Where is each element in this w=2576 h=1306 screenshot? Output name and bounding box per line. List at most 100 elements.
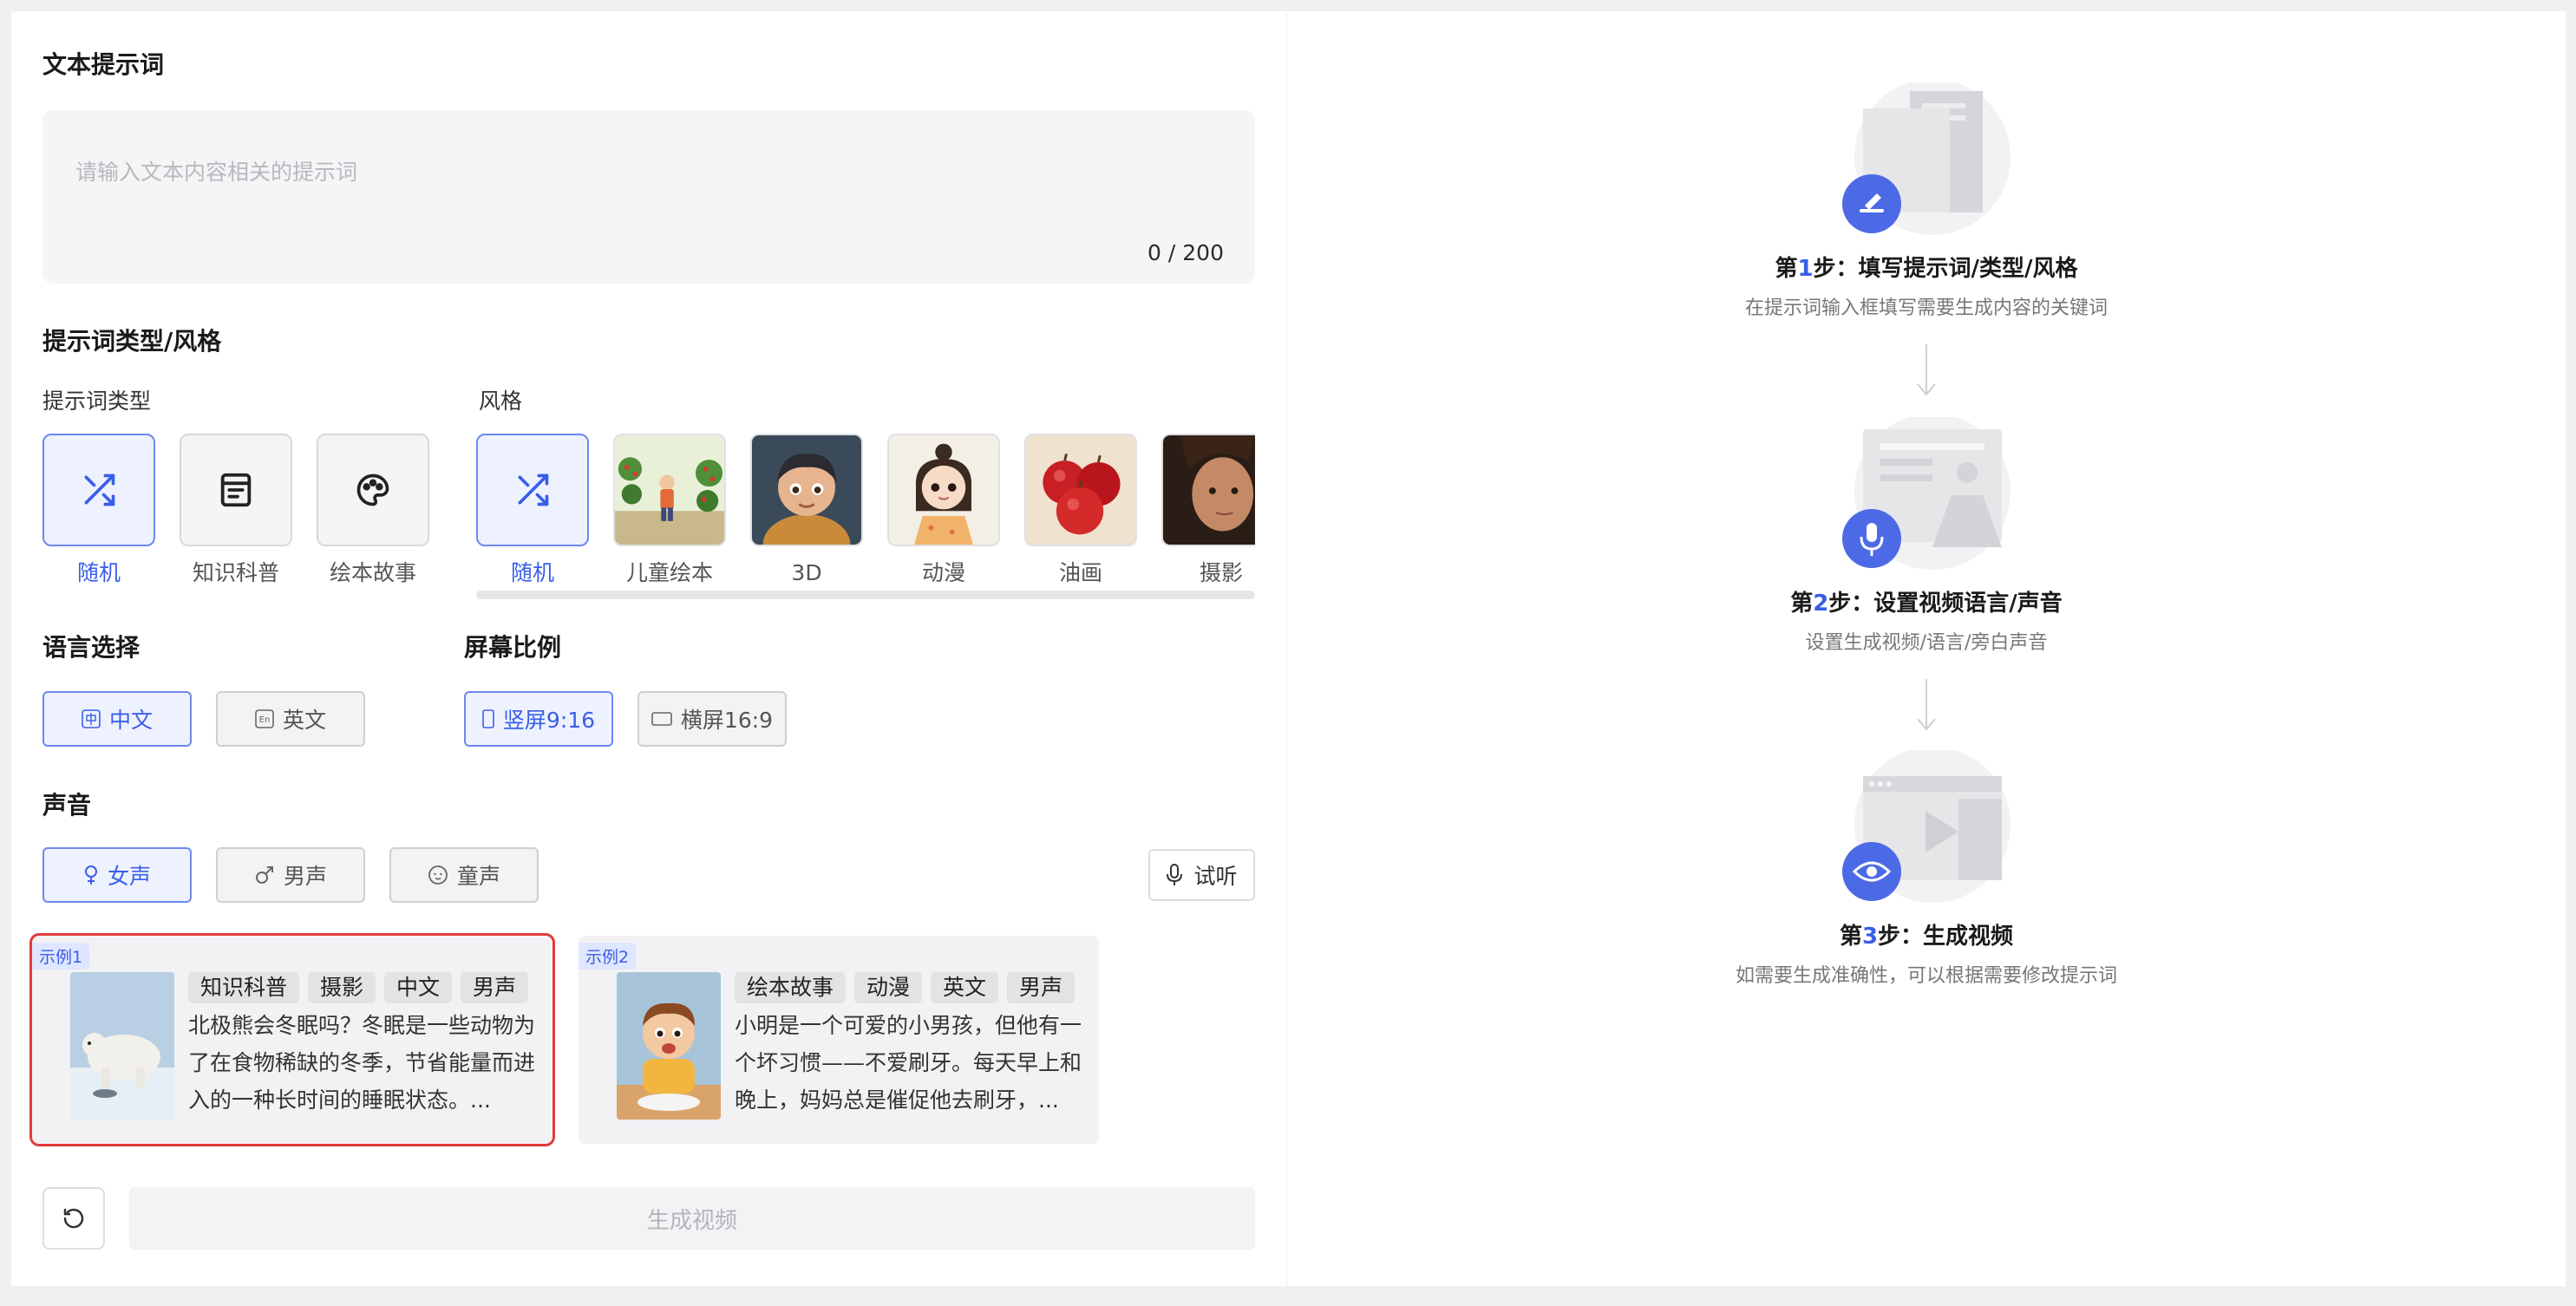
voice-female-button[interactable]: 女声 [42,847,192,903]
step-number: 2 [1813,591,1829,617]
style-tile-picture-book[interactable] [613,434,726,546]
example-card-1[interactable]: 示例1 知识科普 摄影 中文 男声 北极熊会冬眠吗？冬眠是一些动物为了在食物稀缺… [29,933,555,1146]
cartoon-boy-image [617,972,721,1120]
prompt-section-title: 文本提示词 [42,50,165,79]
photography-thumbnail [1163,435,1255,545]
style-tile-3d[interactable] [750,434,863,546]
voice-child-button[interactable]: 童声 [389,847,539,903]
style-label-anime: 动漫 [921,560,965,585]
style-label-3d: 3D [791,560,822,585]
example-text: 北极熊会冬眠吗？冬眠是一些动物为了在食物稀缺的冬季，节省能量而进入的一种长时间的… [188,1013,535,1113]
type-tile-science[interactable] [180,434,292,546]
arrow-down-icon [1917,344,1936,396]
type-label: 提示词类型 [42,389,152,414]
microphone-icon [1167,864,1183,885]
type-tile-random[interactable] [42,434,155,546]
step-prefix: 第 [1790,591,1814,617]
example-tag: 中文 [384,972,453,1003]
ratio-portrait-button[interactable]: 竖屏9:16 [464,691,613,747]
step-number: 1 [1797,256,1814,282]
example-tag: 摄影 [308,972,376,1003]
language-english-button[interactable]: En 英文 [216,691,365,747]
voice-male-label: 男声 [283,864,327,889]
style-tile-anime[interactable] [887,434,1000,546]
palette-icon [356,473,389,506]
step-suffix: 步：设置视频语言/声音 [1828,591,2063,617]
language-english-label: 英文 [282,708,326,733]
generate-video-button[interactable]: 生成视频 [129,1187,1255,1250]
voice-child-label: 童声 [456,864,500,889]
voice-female-label: 女声 [107,864,151,889]
listen-label: 试听 [1193,864,1238,889]
ratio-portrait-label: 竖屏9:16 [502,708,596,733]
prompt-input[interactable]: 请输入文本内容相关的提示词 0 / 200 [42,110,1255,284]
example-tag: 男声 [1007,972,1076,1003]
style-label: 风格 [479,389,523,414]
listen-button[interactable]: 试听 [1148,849,1255,901]
example-tag: 英文 [931,972,999,1003]
example-badge: 示例2 [579,943,637,970]
step-prefix: 第 [1775,256,1798,282]
language-section-title: 语言选择 [42,633,141,662]
style-scrollbar[interactable] [476,591,1255,599]
example-card-2[interactable]: 示例2 绘本故事 动漫 英文 男声 小明是一个可爱的小男孩，但他有一个坏习惯——… [579,936,1099,1144]
example-tags: 绘本故事 动漫 英文 男声 [735,972,1076,1003]
example-badge: 示例1 [32,943,90,970]
reset-button[interactable] [42,1187,105,1250]
step-2-illustration [1842,417,2010,570]
type-style-section-title: 提示词类型/风格 [42,327,222,356]
step-1-desc: 在提示词输入框填写需要生成内容的关键词 [1744,297,2108,319]
shuffle-icon [518,473,549,506]
example-tag: 男声 [461,972,529,1003]
prompt-placeholder: 请输入文本内容相关的提示词 [75,160,358,185]
example-thumbnail [617,972,721,1120]
right-panel: 第1步：填写提示词/类型/风格 在提示词输入框填写需要生成内容的关键词 第2步：… [1287,11,2566,1286]
example-tag: 动漫 [854,972,923,1003]
voice-male-button[interactable]: 男声 [216,847,365,903]
3d-thumbnail [752,435,861,545]
oil-painting-thumbnail [1026,435,1135,545]
chinese-icon [82,709,101,728]
example-text: 小明是一个可爱的小男孩，但他有一个坏习惯——不爱刷牙。每天早上和晚上，妈妈总是催… [735,1013,1082,1113]
example-thumbnail [70,972,174,1120]
language-chinese-label: 中文 [108,708,153,733]
style-tile-random[interactable] [476,434,589,546]
step-3-desc: 如需要生成准确性，可以根据需要修改提示词 [1735,965,2117,987]
type-label-science: 知识科普 [192,560,279,585]
step-prefix: 第 [1839,924,1862,950]
type-tile-story[interactable] [317,434,429,546]
left-panel: 文本提示词 请输入文本内容相关的提示词 0 / 200 提示词类型/风格 提示词… [11,11,1286,1286]
document-icon [220,473,252,507]
style-label-picture-book: 儿童绘本 [625,560,713,585]
type-label-story: 绘本故事 [329,560,416,585]
ratio-landscape-button[interactable]: 横屏16:9 [637,691,787,747]
anime-thumbnail [889,435,998,545]
step-3-illustration [1842,750,2010,903]
female-icon [84,865,97,885]
step-number: 3 [1861,924,1879,950]
example-tags: 知识科普 摄影 中文 男声 [188,972,529,1003]
style-label-random: 随机 [510,560,554,585]
language-chinese-button[interactable]: 中文 [42,691,192,747]
step-suffix: 步：填写提示词/类型/风格 [1813,256,2078,282]
type-label-random: 随机 [76,560,121,585]
char-counter: 0 / 200 [1147,240,1224,265]
step-suffix: 步：生成视频 [1878,924,2014,950]
style-tile-oil-painting[interactable] [1024,434,1137,546]
style-tile-photography[interactable] [1161,434,1255,546]
step-2-title: 第2步：设置视频语言/声音 [1287,585,2566,617]
step-3-title: 第3步：生成视频 [1287,918,2566,950]
portrait-icon [482,709,494,728]
step-2-desc: 设置生成视频/语言/旁白声音 [1805,632,2048,654]
landscape-icon [651,712,672,726]
example-tag: 绘本故事 [735,972,847,1003]
ratio-landscape-label: 横屏16:9 [680,708,774,733]
refresh-icon [63,1208,84,1229]
shuffle-icon [84,473,115,506]
male-icon [255,866,273,884]
english-icon: En [255,709,274,728]
style-label-oil-painting: 油画 [1058,560,1102,585]
voice-section-title: 声音 [42,791,92,820]
polar-bear-image [70,972,174,1120]
example-tag: 知识科普 [188,972,300,1003]
